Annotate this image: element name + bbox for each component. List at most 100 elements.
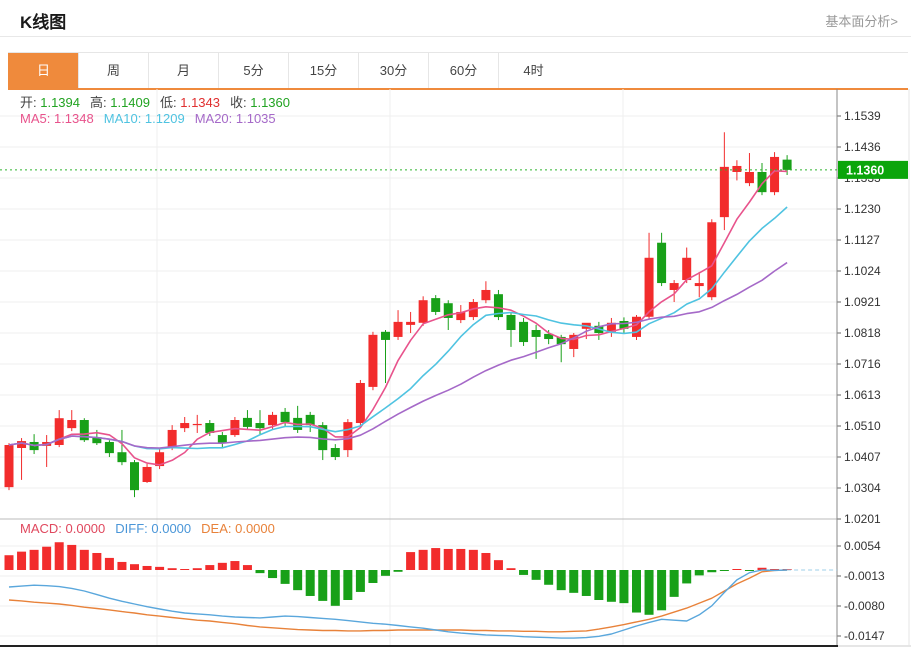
macd-bar-down bbox=[695, 570, 704, 575]
candle-up bbox=[356, 383, 365, 423]
current-price-badge-label: 1.1360 bbox=[846, 163, 884, 177]
candle-down bbox=[130, 462, 139, 490]
macd-bar-up bbox=[67, 545, 76, 570]
ma-legend: MA5: 1.1348MA10: 1.1209MA20: 1.1035 bbox=[20, 111, 286, 126]
macd-bar-down bbox=[619, 570, 628, 603]
price-axis-label: 1.1436 bbox=[844, 140, 881, 154]
candle-up bbox=[143, 467, 152, 482]
macd-bar-down bbox=[281, 570, 290, 584]
macd-bar-down bbox=[268, 570, 277, 578]
ma-legend-item: MA10: 1.1209 bbox=[104, 111, 185, 126]
macd-bar-up bbox=[117, 562, 126, 570]
price-axis-label: 1.0510 bbox=[844, 419, 881, 433]
ohlc-legend: 开: 1.1394 高: 1.1409 低: 1.1343 收: 1.1360 bbox=[20, 92, 300, 111]
ma-legend-item: MA20: 1.1035 bbox=[195, 111, 276, 126]
tab-timeframe-2[interactable]: 周 bbox=[78, 53, 148, 88]
price-axis-label: 1.0613 bbox=[844, 388, 881, 402]
candle-up bbox=[481, 290, 490, 300]
candle-up bbox=[670, 283, 679, 290]
macd-bar-up bbox=[17, 552, 26, 570]
macd-bar-up bbox=[230, 561, 239, 570]
macd-bar-up bbox=[155, 567, 164, 570]
candle-up bbox=[230, 420, 239, 435]
tab-timeframe-6[interactable]: 30分 bbox=[358, 53, 428, 88]
macd-bar-down bbox=[707, 570, 716, 572]
macd-bar-up bbox=[193, 568, 202, 570]
price-axis-label: 1.0716 bbox=[844, 357, 881, 371]
chart-panel: 开: 1.1394高: 1.1409低: 1.1343收: 1.1360 MA5… bbox=[0, 89, 911, 649]
macd-bar-down bbox=[682, 570, 691, 583]
price-axis-label: 1.0201 bbox=[844, 512, 881, 526]
candle-down bbox=[431, 298, 440, 312]
macd-bar-up bbox=[205, 565, 214, 570]
macd-bar-down bbox=[256, 570, 265, 573]
candle-up bbox=[17, 441, 26, 448]
tab-timeframe-1[interactable]: 日 bbox=[8, 53, 78, 88]
ohlc-legend-item: 开: 1.1394 bbox=[20, 95, 80, 110]
macd-axis-label: -0.0080 bbox=[844, 599, 885, 613]
tab-timeframe-5[interactable]: 15分 bbox=[288, 53, 358, 88]
macd-bar-down bbox=[632, 570, 641, 613]
price-axis-label: 1.1127 bbox=[844, 233, 880, 247]
macd-bar-down bbox=[293, 570, 302, 590]
macd-bar-up bbox=[42, 547, 51, 570]
macd-bar-up bbox=[143, 566, 152, 570]
macd-axis-label: -0.0147 bbox=[844, 629, 885, 643]
macd-bar-up bbox=[507, 568, 516, 570]
macd-bar-up bbox=[168, 568, 177, 570]
macd-bar-up bbox=[80, 550, 89, 570]
tab-timeframe-8[interactable]: 4时 bbox=[498, 53, 568, 88]
ohlc-legend-item: 高: 1.1409 bbox=[90, 95, 150, 110]
macd-legend-item: MACD: 0.0000 bbox=[20, 521, 105, 536]
macd-bar-up bbox=[444, 549, 453, 570]
macd-bar-up bbox=[243, 565, 252, 570]
macd-bar-down bbox=[343, 570, 352, 600]
macd-bar-down bbox=[569, 570, 578, 593]
candle-down bbox=[519, 322, 528, 342]
candle-down bbox=[532, 330, 541, 337]
macd-bar-up bbox=[218, 563, 227, 570]
macd-legend: MACD: 0.0000DIFF: 0.0000DEA: 0.0000 bbox=[20, 521, 285, 536]
macd-bar-up bbox=[180, 569, 189, 570]
candle-up bbox=[406, 322, 415, 325]
ma20-line bbox=[9, 263, 787, 448]
candle-up bbox=[419, 300, 428, 323]
macd-bar-down bbox=[356, 570, 365, 592]
tab-timeframe-7[interactable]: 60分 bbox=[428, 53, 498, 88]
macd-bar-down bbox=[318, 570, 327, 601]
ohlc-legend-item: 低: 1.1343 bbox=[160, 95, 220, 110]
candle-up bbox=[682, 258, 691, 280]
price-axis-label: 1.0407 bbox=[844, 450, 881, 464]
macd-bar-up bbox=[30, 550, 39, 570]
macd-bar-down bbox=[607, 570, 616, 602]
candle-up bbox=[368, 335, 377, 387]
tab-timeframe-4[interactable]: 5分 bbox=[218, 53, 288, 88]
candle-down bbox=[105, 442, 114, 453]
candle-down bbox=[507, 315, 516, 330]
price-axis-label: 1.0921 bbox=[844, 295, 881, 309]
tab-timeframe-3[interactable]: 月 bbox=[148, 53, 218, 88]
timeframe-tab-bar: 日周月5分15分30分60分4时 bbox=[8, 52, 908, 90]
macd-legend-item: DIFF: 0.0000 bbox=[115, 521, 191, 536]
price-axis-label: 1.1539 bbox=[844, 109, 881, 123]
candle-up bbox=[168, 430, 177, 447]
candle-down bbox=[783, 160, 792, 170]
widget-header: K线图 基本面分析> bbox=[0, 0, 911, 37]
macd-bar-down bbox=[594, 570, 603, 600]
candle-up bbox=[745, 172, 754, 183]
candle-down bbox=[281, 412, 290, 422]
candle-up bbox=[67, 420, 76, 428]
candle-down bbox=[117, 452, 126, 462]
candlestick-chart[interactable]: 1.15391.14361.13331.12301.11271.10241.09… bbox=[0, 89, 911, 649]
macd-bar-down bbox=[582, 570, 591, 596]
macd-bar-up bbox=[456, 549, 465, 570]
candle-up bbox=[732, 166, 741, 172]
macd-bar-down bbox=[745, 570, 754, 571]
price-axis-label: 1.1024 bbox=[844, 264, 881, 278]
macd-bar-up bbox=[494, 560, 503, 570]
macd-bar-up bbox=[55, 542, 64, 570]
ohlc-legend-item: 收: 1.1360 bbox=[230, 95, 290, 110]
macd-bar-up bbox=[419, 550, 428, 570]
fundamental-analysis-link[interactable]: 基本面分析> bbox=[825, 11, 898, 30]
tab-bar-filler bbox=[568, 53, 908, 88]
